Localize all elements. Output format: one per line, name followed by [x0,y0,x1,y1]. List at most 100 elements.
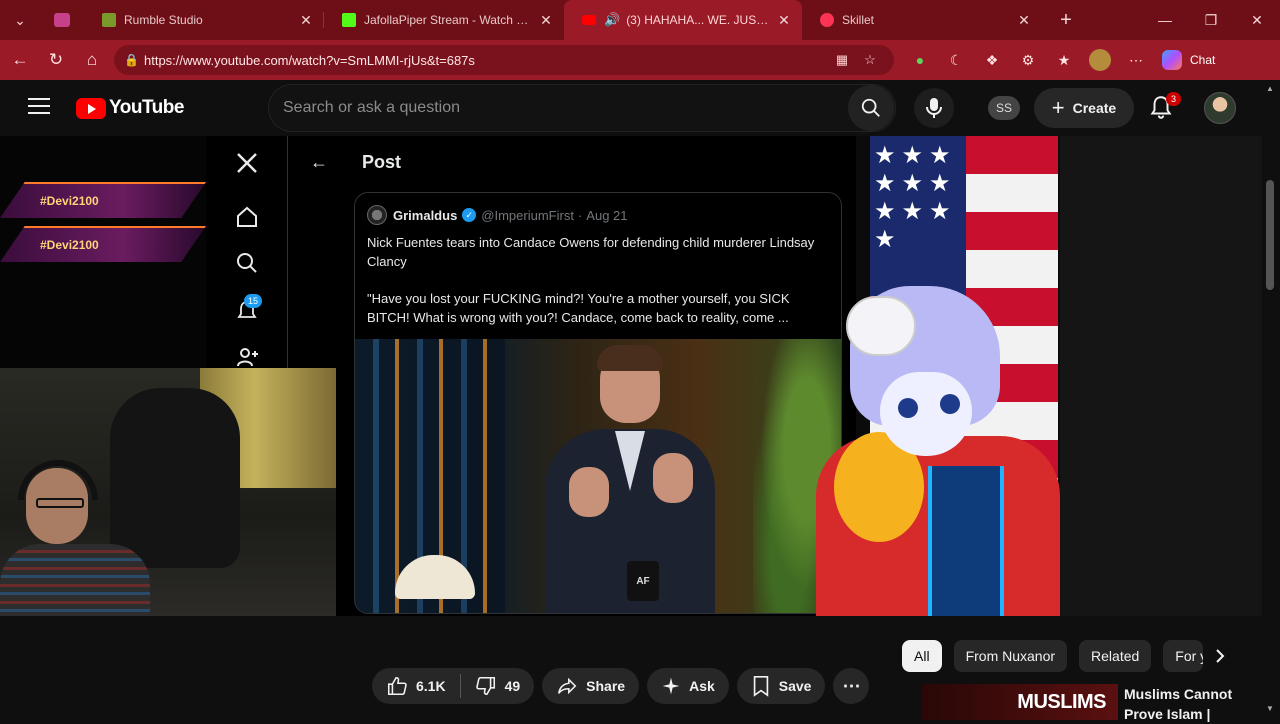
chip-related[interactable]: Related [1079,640,1152,672]
extensions-puzzle-icon[interactable]: ❖ [974,52,1010,69]
chip-from-nuxanor[interactable]: From Nuxanor [953,640,1068,672]
browser-essentials-icon[interactable]: ⚙ [1010,52,1046,69]
sparkle-icon [662,677,680,695]
favorites-icon[interactable]: ★ [1046,52,1082,69]
voice-search-button[interactable] [914,88,954,128]
avatar[interactable] [1204,92,1236,124]
more-options-icon[interactable]: ⋯ [1118,52,1154,69]
new-tab-button[interactable]: + [1048,0,1084,40]
streamer-webcam [0,368,336,616]
save-label: Save [778,678,812,694]
scroll-up-icon[interactable]: ▲ [1266,84,1274,93]
recommendation-title[interactable]: Muslims Cannot Prove Islam | [1124,684,1248,724]
search-input[interactable]: Search or ask a question [269,99,848,117]
close-tab-icon[interactable]: ✕ [1016,12,1032,29]
share-label: Share [586,678,626,694]
profile-avatar-icon[interactable] [1082,49,1118,71]
account-badge[interactable]: SS [988,96,1020,120]
youtube-logo[interactable]: YouTube [76,97,184,119]
more-horizontal-icon: ⋯ [842,675,861,696]
search-icon [232,248,262,278]
hamburger-menu-icon[interactable] [28,98,50,119]
chip-all[interactable]: All [902,640,942,672]
verified-check-icon: ✓ [462,208,477,222]
ask-button[interactable]: Ask [647,668,729,704]
window-controls: — ❐ ✕ [1142,0,1280,40]
tweet-text: Nick Fuentes tears into Candace Owens fo… [367,235,815,269]
browser-toolbar: ← ↻ ⌂ 🔒 https://www.youtube.com/watch?v=… [0,40,1280,80]
restore-icon[interactable]: ❐ [1188,0,1234,40]
tweet-author-row: Grimaldus ✓ @ImperiumFirst · Aug 21 [367,205,628,225]
chevron-right-icon [1216,649,1225,663]
microphone-icon [926,98,942,118]
youtube-favicon-icon [820,13,834,27]
save-button[interactable]: Save [736,668,826,704]
favorite-star-icon[interactable]: ☆ [856,52,884,68]
browser-tab-rumble[interactable]: Rumble Studio ✕ [84,0,324,40]
notification-count-badge: 3 [1166,92,1181,106]
search-button[interactable] [848,85,894,131]
video-player[interactable]: #Devi2100 #Devi2100 15 ← Post Grimaldus … [0,136,1262,616]
scrollbar-thumb[interactable] [1266,180,1274,290]
close-tab-icon[interactable]: ✕ [776,12,792,29]
chips-next-button[interactable] [1204,640,1236,672]
tab-title: Rumble Studio [124,13,203,27]
chat-label: Chat [1190,53,1216,67]
alert-text: #Devi2100 [40,194,99,208]
search-icon [861,98,880,117]
search-box[interactable]: Search or ask a question [268,84,896,132]
browser-tab-strip: ⌄ Rumble Studio ✕ JafollaPiper Stream - … [0,0,1280,40]
x-logo-icon [232,148,262,178]
youtube-header: YouTube Search or ask a question SS + Cr… [0,80,1280,136]
vtuber-avatar-overlay: ★★★★★★★★★★ [816,136,1060,616]
youtube-play-icon [76,97,106,119]
bookmark-icon [753,676,769,697]
notifications-button[interactable]: 3 [1148,92,1181,124]
minimize-icon[interactable]: — [1142,0,1188,40]
post-header: Post [362,152,402,172]
refresh-icon[interactable]: ↻ [38,40,74,80]
back-arrow-icon[interactable]: ← [2,40,38,80]
copilot-chat-button[interactable]: Chat [1162,50,1215,70]
alert-text: #Devi2100 [40,238,99,252]
more-actions-button[interactable]: ⋯ [833,668,870,704]
url-text[interactable]: https://www.youtube.com/watch?v=SmLMMI-r… [144,53,828,68]
share-button[interactable]: Share [542,668,640,704]
browser-tab-youtube-active[interactable]: 🔊 (3) HAHAHA... WE. JUST. W ✕ [564,0,802,40]
like-dislike-group: 6.1K 49 [372,668,535,704]
close-tab-icon[interactable]: ✕ [538,12,554,29]
speaker-audio-icon[interactable]: 🔊 [604,12,620,28]
page-scrollbar[interactable]: ▲ ▼ [1262,80,1280,720]
workspaces-icon[interactable] [40,0,84,40]
close-window-icon[interactable]: ✕ [1234,0,1280,40]
tab-title: Skillet [842,13,875,27]
tweet-quote: "Have you lost your FUCKING mind?! You'r… [367,291,790,325]
stream-right-area [1060,136,1262,616]
dislike-button[interactable]: 49 [461,675,535,697]
browser-tab-kick[interactable]: JafollaPiper Stream - Watch Live o ✕ [324,0,564,40]
kick-favicon-icon [342,13,356,27]
logo-text: YouTube [109,97,184,118]
close-tab-icon[interactable]: ✕ [298,12,314,29]
tweet-video-still: AF [355,339,841,613]
dark-mode-moon-icon[interactable]: ☾ [938,52,974,69]
recommendation-thumbnail[interactable]: MUSLIMS [922,684,1118,720]
tweet-date: Aug 21 [586,207,628,223]
like-button[interactable]: 6.1K [372,675,460,697]
home-icon[interactable]: ⌂ [74,40,110,80]
copilot-icon [1162,50,1182,70]
chip-for-you[interactable]: For y [1163,640,1204,672]
app-available-icon[interactable]: ▦ [828,52,856,68]
address-bar[interactable]: 🔒 https://www.youtube.com/watch?v=SmLMMI… [114,45,894,75]
create-button[interactable]: + Create [1034,88,1134,128]
lock-icon[interactable]: 🔒 [124,53,144,67]
share-icon [558,677,577,695]
tab-actions-menu-icon[interactable]: ⌄ [0,0,40,40]
recommendation-filter-chips: All From Nuxanor Related For y [902,640,1215,672]
tweet-author-name: Grimaldus [393,207,458,223]
extension-green-icon[interactable]: ● [902,52,938,68]
tweet-card: Grimaldus ✓ @ImperiumFirst · Aug 21 Nick… [354,192,842,614]
x-notification-badge: 15 [244,294,262,308]
browser-tab-skillet[interactable]: Skillet ✕ [802,0,1042,40]
scroll-down-icon[interactable]: ▼ [1266,704,1274,713]
